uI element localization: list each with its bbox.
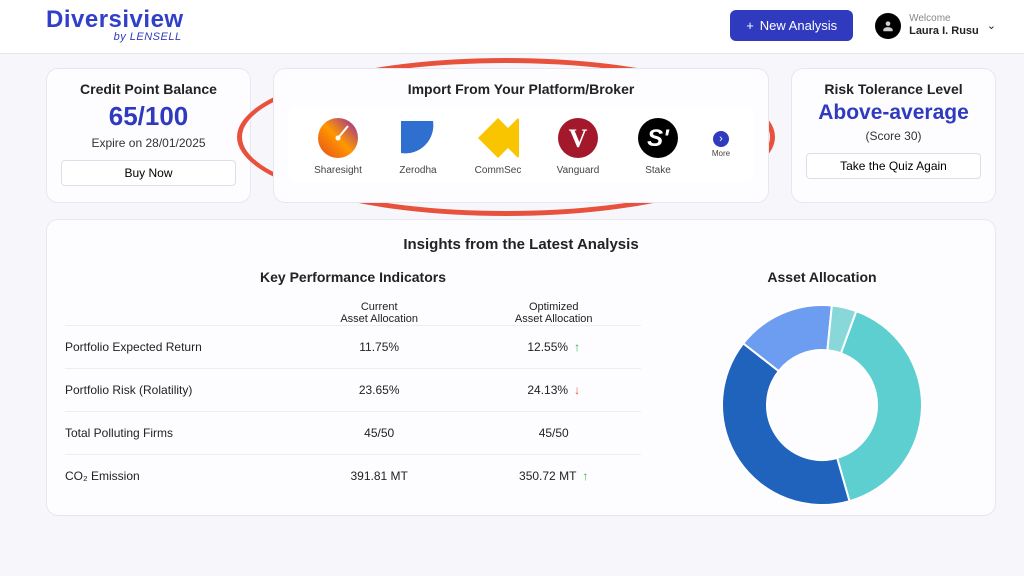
kpi-optimized: 45/50 [466, 426, 641, 440]
col-current-2: Asset Allocation [292, 313, 467, 325]
user-menu[interactable]: Welcome Laura I. Rusu ⌄ [875, 13, 996, 39]
avatar [875, 13, 901, 39]
plus-icon: + [746, 18, 754, 33]
user-text: Welcome Laura I. Rusu [909, 13, 979, 38]
broker-more[interactable]: › More [704, 117, 738, 158]
broker-list: Sharesight Zerodha CommSec [288, 107, 754, 182]
take-quiz-button[interactable]: Take the Quiz Again [806, 153, 981, 179]
user-name: Laura I. Rusu [909, 25, 979, 38]
credit-expire: Expire on 28/01/2025 [61, 136, 236, 150]
risk-score: (Score 30) [806, 129, 981, 143]
credit-value: 65/100 [61, 101, 236, 132]
logo-main: Diversiview [46, 8, 184, 32]
kpi-label: CO₂ Emission [65, 469, 292, 483]
logo[interactable]: Diversiview by LENSELL [46, 8, 184, 43]
donut-slice [837, 311, 922, 501]
col-current-1: Current [292, 301, 467, 313]
broker-commsec[interactable]: CommSec [464, 117, 532, 176]
chevron-down-icon: ⌄ [987, 19, 996, 32]
new-analysis-label: New Analysis [760, 18, 837, 33]
kpi-label: Portfolio Expected Return [65, 340, 292, 354]
broker-vanguard[interactable]: V Vanguard [544, 117, 612, 176]
donut-slice [722, 343, 849, 505]
top-row: Credit Point Balance 65/100 Expire on 28… [0, 54, 1024, 211]
app-header: Diversiview by LENSELL + New Analysis We… [0, 0, 1024, 54]
header-right: + New Analysis Welcome Laura I. Rusu ⌄ [730, 10, 996, 41]
commsec-icon [477, 117, 519, 159]
zerodha-icon [397, 117, 439, 159]
asset-allocation-donut [712, 295, 932, 515]
import-card: Import From Your Platform/Broker Sharesi… [273, 68, 769, 203]
table-row: Total Polluting Firms45/5045/50 [65, 411, 641, 454]
table-row: CO₂ Emission391.81 MT350.72 MT↑ [65, 454, 641, 497]
arrow-up-icon: ↑ [582, 469, 588, 483]
broker-label: Sharesight [314, 165, 362, 176]
kpi-current: 23.65% [292, 383, 467, 397]
alloc-title: Asset Allocation [667, 269, 977, 285]
broker-sharesight[interactable]: Sharesight [304, 117, 372, 176]
kpi-table: Current Asset Allocation Optimized Asset… [65, 301, 641, 497]
user-welcome: Welcome [909, 13, 979, 25]
person-icon [881, 19, 895, 33]
table-row: Portfolio Expected Return11.75%12.55%↑ [65, 325, 641, 368]
broker-label: Vanguard [557, 165, 600, 176]
import-title: Import From Your Platform/Broker [288, 81, 754, 97]
kpi-header-row: Current Asset Allocation Optimized Asset… [65, 301, 641, 325]
arrow-up-icon: ↑ [574, 340, 580, 354]
credit-balance-card: Credit Point Balance 65/100 Expire on 28… [46, 68, 251, 203]
logo-sub: by LENSELL [46, 32, 184, 43]
kpi-title: Key Performance Indicators [65, 269, 641, 285]
col-opt-2: Asset Allocation [466, 313, 641, 325]
kpi-label: Portfolio Risk (Rolatility) [65, 383, 292, 397]
col-opt-1: Optimized [466, 301, 641, 313]
kpi-current: 45/50 [292, 426, 467, 440]
broker-label: Zerodha [399, 165, 436, 176]
broker-label: Stake [645, 165, 671, 176]
risk-value: Above-average [806, 101, 981, 125]
svg-text:S': S' [647, 125, 670, 152]
new-analysis-button[interactable]: + New Analysis [730, 10, 853, 41]
kpi-label: Total Polluting Firms [65, 426, 292, 440]
insights-title: Insights from the Latest Analysis [65, 236, 977, 253]
arrow-down-icon: ↓ [574, 383, 580, 397]
arrow-right-icon: › [713, 131, 729, 147]
broker-zerodha[interactable]: Zerodha [384, 117, 452, 176]
vanguard-icon: V [557, 117, 599, 159]
asset-allocation-panel: Asset Allocation [667, 269, 977, 515]
sharesight-icon [317, 117, 359, 159]
table-row: Portfolio Risk (Rolatility)23.65%24.13%↓ [65, 368, 641, 411]
credit-title: Credit Point Balance [61, 81, 236, 97]
kpi-optimized: 24.13%↓ [466, 383, 641, 397]
buy-now-button[interactable]: Buy Now [61, 160, 236, 186]
insights-card: Insights from the Latest Analysis Key Pe… [46, 219, 996, 516]
kpi-current: 11.75% [292, 340, 467, 354]
more-label: More [712, 149, 730, 158]
broker-stake[interactable]: S' Stake [624, 117, 692, 176]
risk-card: Risk Tolerance Level Above-average (Scor… [791, 68, 996, 203]
kpi-optimized: 350.72 MT↑ [466, 469, 641, 483]
risk-title: Risk Tolerance Level [806, 81, 981, 97]
broker-label: CommSec [475, 165, 522, 176]
kpi-optimized: 12.55%↑ [466, 340, 641, 354]
stake-icon: S' [637, 117, 679, 159]
kpi-current: 391.81 MT [292, 469, 467, 483]
kpi-panel: Key Performance Indicators Current Asset… [65, 269, 641, 515]
svg-text:V: V [569, 124, 588, 153]
